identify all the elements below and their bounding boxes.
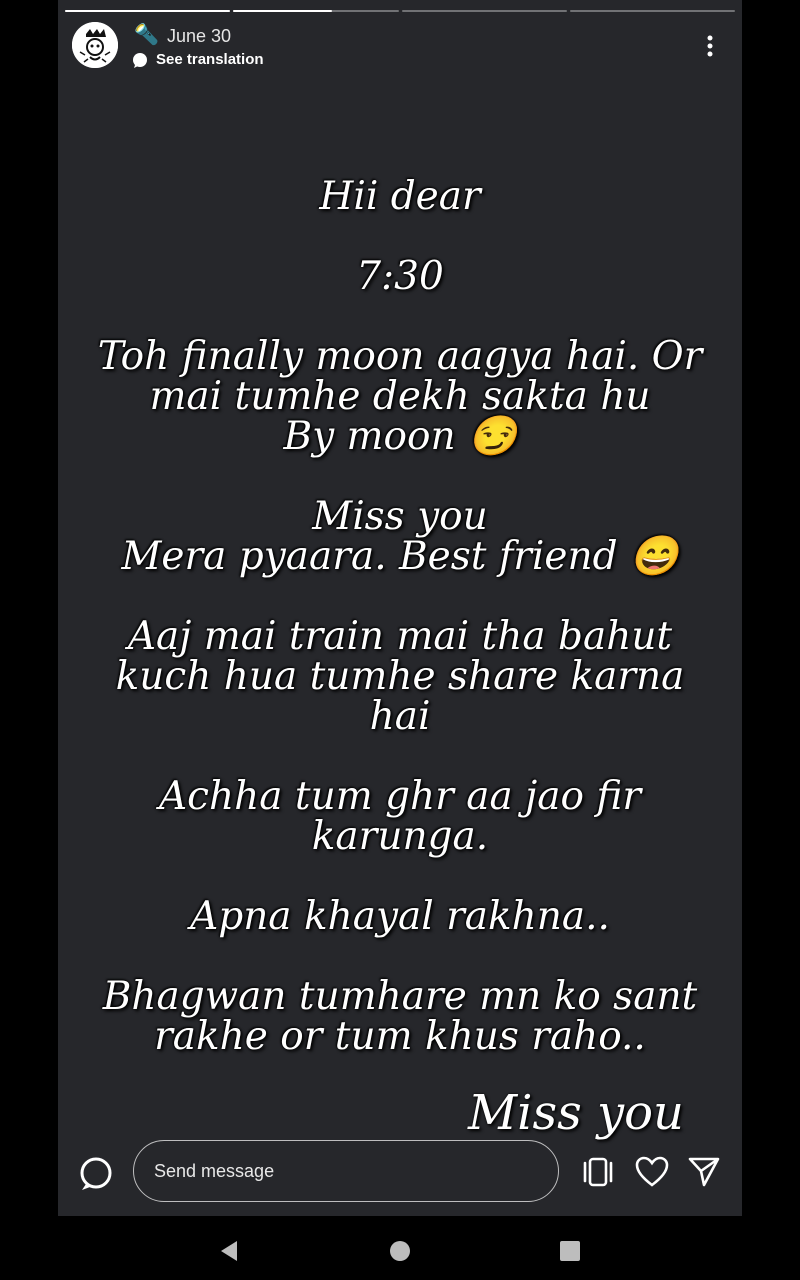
story-text-line: kuch hua tumhe share karna (115, 654, 685, 699)
story-text-line: By moon 😏 (283, 414, 517, 459)
story-text-spacer (58, 737, 742, 777)
progress-segment (65, 10, 231, 12)
story-text-spacer (58, 457, 742, 497)
heart-icon (635, 1156, 669, 1187)
story-text-spacer (58, 297, 742, 337)
story-progress-bar (65, 10, 735, 13)
story-text-spacer (58, 217, 742, 257)
progress-segment (233, 10, 399, 12)
story-text-line: 7:30 (356, 254, 444, 299)
home-button[interactable] (385, 1236, 415, 1266)
bottom-bar (58, 1140, 742, 1206)
story-date: June 30 (167, 26, 232, 46)
avatar[interactable] (72, 22, 118, 68)
story-text-line: hai (369, 694, 431, 739)
story-text-line: Aaj mai train mai tha bahut (127, 614, 673, 659)
story-text-spacer (58, 857, 742, 897)
camera-icon (80, 1157, 112, 1190)
story-text: Hii dear 7:30 Toh finally moon aagya hai… (58, 177, 742, 1057)
recents-button[interactable] (555, 1236, 585, 1266)
miss-you-text: Miss you (468, 1085, 684, 1141)
system-navigation-bar (0, 1216, 800, 1280)
send-icon (688, 1157, 720, 1187)
progress-segment (401, 10, 567, 12)
story-viewer[interactable]: 🔦 June 30 See translation Hii dear 7:30 … (58, 0, 742, 1216)
story-text-line: Achha tum ghr aa jao fir (159, 774, 641, 819)
camera-button[interactable] (76, 1154, 116, 1194)
story-text-spacer (58, 937, 742, 977)
recents-icon (560, 1241, 580, 1261)
story-text-line: Bhagwan tumhare mn ko sant (102, 974, 698, 1019)
share-button[interactable] (686, 1154, 722, 1190)
like-button[interactable] (634, 1154, 670, 1190)
send-message-input[interactable] (133, 1140, 559, 1202)
story-text-line: mai tumhe dekh sakta hu (149, 374, 651, 419)
see-translation-label: See translation (156, 51, 264, 68)
story-text-line: Mera pyaara. Best friend 😄 (121, 534, 679, 579)
story-text-line: rakhe or tum khus raho.. (154, 1014, 646, 1059)
back-button[interactable] (214, 1236, 244, 1266)
story-text-line: karunga. (311, 814, 489, 859)
story-text-line: Miss you (312, 494, 488, 539)
reshare-button[interactable] (580, 1154, 616, 1190)
home-icon (390, 1241, 410, 1261)
story-text-spacer (58, 577, 742, 617)
see-translation-link[interactable]: See translation (132, 51, 264, 68)
more-vertical-icon (707, 35, 713, 57)
story-text-line: Apna khayal rakhna.. (190, 894, 610, 939)
back-icon (221, 1241, 237, 1261)
more-options-button[interactable] (694, 30, 726, 62)
flashlight-emoji: 🔦 (134, 24, 159, 46)
reshare-icon (583, 1157, 613, 1187)
story-text-line: Toh finally moon aagya hai. Or (97, 334, 703, 379)
story-text-line: Hii dear (319, 174, 481, 219)
translate-icon (133, 52, 147, 68)
progress-segment (569, 10, 735, 12)
